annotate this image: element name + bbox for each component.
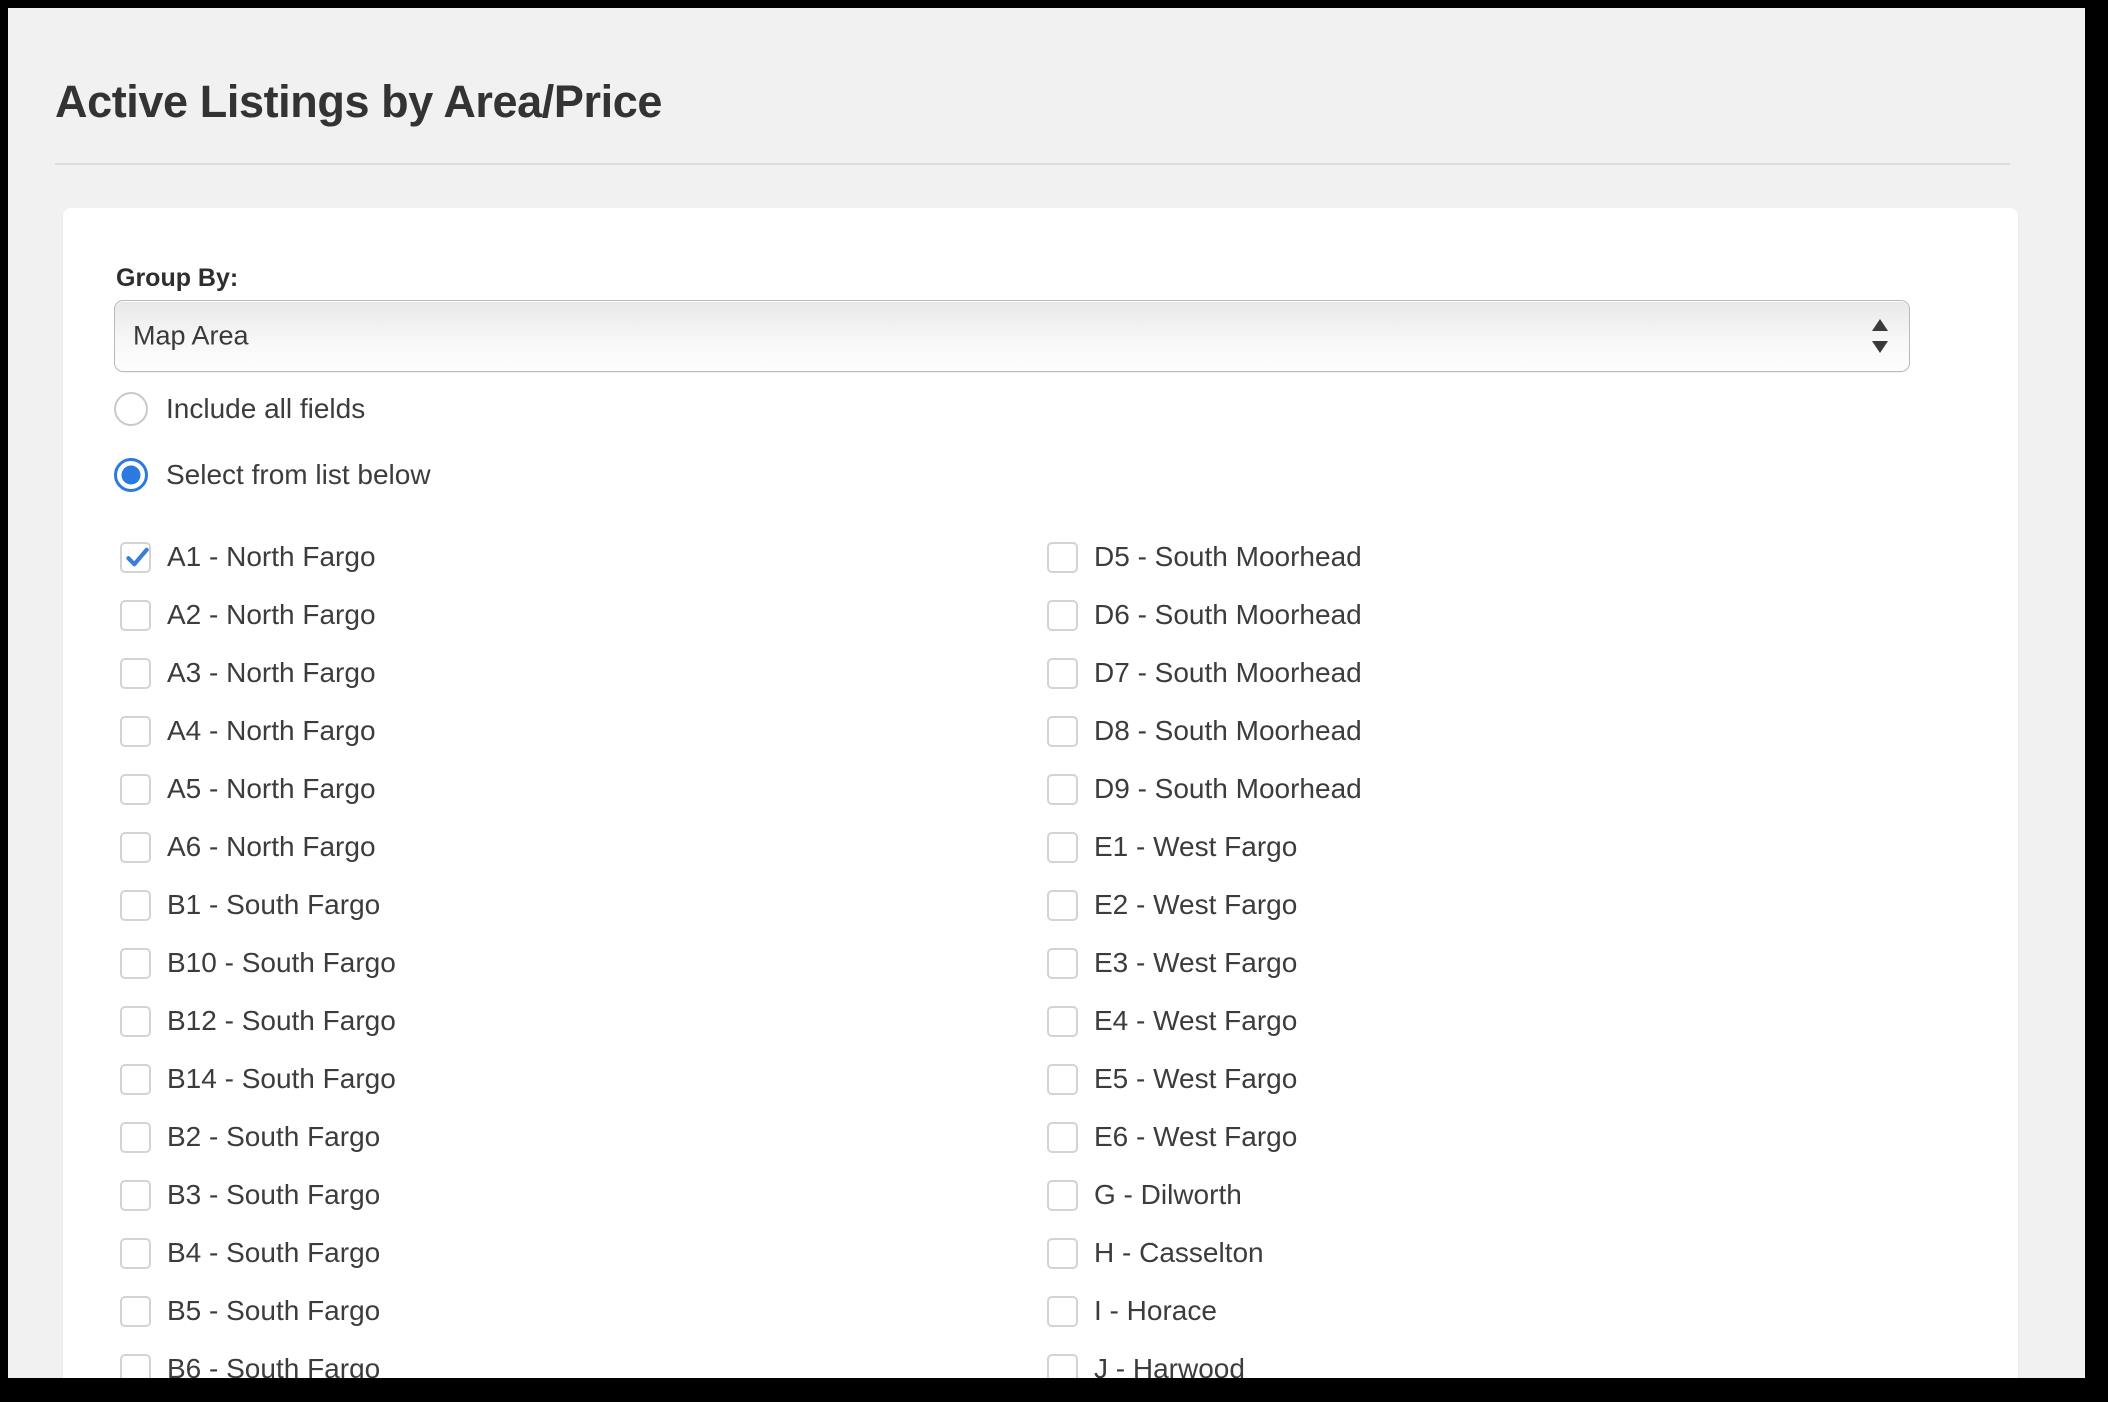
area-checkbox-label: I - Horace — [1094, 1295, 1217, 1326]
area-checkbox-label: B6 - South Fargo — [167, 1353, 381, 1378]
checkbox-icon-unchecked[interactable] — [1047, 773, 1078, 805]
checkbox-icon-unchecked[interactable] — [1047, 889, 1078, 921]
area-checkbox-row[interactable]: A1 - North Fargo — [120, 528, 396, 586]
area-checkbox-label: D8 - South Moorhead — [1094, 715, 1362, 746]
checkbox-icon-unchecked[interactable] — [1047, 1353, 1078, 1378]
checkbox-icon-unchecked[interactable] — [1047, 1121, 1078, 1153]
area-checkbox-row[interactable]: B4 - South Fargo — [120, 1224, 396, 1282]
checkbox-icon-unchecked[interactable] — [1047, 599, 1078, 631]
area-list-column-left: A1 - North Fargo A2 - North Fargo A3 - Nor… — [120, 528, 396, 1378]
area-checkbox-label: E1 - West Fargo — [1094, 831, 1298, 862]
checkbox-icon-unchecked[interactable] — [1047, 715, 1078, 747]
app-viewport: Active Listings by Area/Price Group By: … — [8, 8, 2085, 1378]
checkbox-icon-unchecked[interactable] — [1047, 947, 1078, 979]
area-checkbox-row[interactable]: E1 - West Fargo — [1047, 818, 1362, 876]
area-checkbox-label: D6 - South Moorhead — [1094, 599, 1362, 630]
area-checkbox-row[interactable]: B14 - South Fargo — [120, 1050, 396, 1108]
area-checkbox-label: A4 - North Fargo — [167, 715, 376, 746]
area-checkbox-label: E4 - West Fargo — [1094, 1005, 1298, 1036]
area-checkbox-row[interactable]: A5 - North Fargo — [120, 760, 396, 818]
filter-panel-card: Group By: Map Area Include all fields Se… — [63, 208, 2018, 1378]
checkbox-icon-unchecked[interactable] — [1047, 657, 1078, 689]
area-checkbox-row[interactable]: D8 - South Moorhead — [1047, 702, 1362, 760]
area-checkbox-label: A2 - North Fargo — [167, 599, 376, 630]
checkbox-icon-unchecked[interactable] — [120, 773, 151, 805]
area-checkbox-row[interactable]: I - Horace — [1047, 1282, 1362, 1340]
area-checkbox-label: A5 - North Fargo — [167, 773, 376, 804]
area-checkbox-row[interactable]: B3 - South Fargo — [120, 1166, 396, 1224]
checkbox-icon-unchecked[interactable] — [120, 1353, 151, 1378]
page-title: Active Listings by Area/Price — [55, 76, 662, 128]
checkbox-icon-unchecked[interactable] — [120, 1179, 151, 1211]
area-checkbox-row[interactable]: A2 - North Fargo — [120, 586, 396, 644]
area-checkbox-row[interactable]: D6 - South Moorhead — [1047, 586, 1362, 644]
area-checkbox-label: J - Harwood — [1094, 1353, 1245, 1378]
area-checkbox-row[interactable]: B12 - South Fargo — [120, 992, 396, 1050]
area-checkbox-row[interactable]: E3 - West Fargo — [1047, 934, 1362, 992]
checkbox-icon-unchecked[interactable] — [120, 831, 151, 863]
checkbox-icon-unchecked[interactable] — [1047, 1295, 1078, 1327]
area-checkbox-label: B5 - South Fargo — [167, 1295, 381, 1326]
checkbox-icon-unchecked[interactable] — [1047, 1063, 1078, 1095]
checkbox-icon-unchecked[interactable] — [120, 1295, 151, 1327]
area-checkbox-label: E5 - West Fargo — [1094, 1063, 1298, 1094]
checkbox-icon-unchecked[interactable] — [1047, 1179, 1078, 1211]
area-checkbox-row[interactable]: E4 - West Fargo — [1047, 992, 1362, 1050]
area-checkbox-row[interactable]: J - Harwood — [1047, 1340, 1362, 1378]
area-checkbox-label: D7 - South Moorhead — [1094, 657, 1362, 688]
area-checkbox-row[interactable]: B5 - South Fargo — [120, 1282, 396, 1340]
area-checkbox-label: D9 - South Moorhead — [1094, 773, 1362, 804]
area-checkbox-label: B14 - South Fargo — [167, 1063, 396, 1094]
area-checkbox-row[interactable]: A3 - North Fargo — [120, 644, 396, 702]
area-checkbox-label: A1 - North Fargo — [167, 541, 376, 572]
checkbox-icon-unchecked[interactable] — [1047, 541, 1078, 573]
checkbox-icon-unchecked[interactable] — [120, 657, 151, 689]
checkbox-icon-unchecked[interactable] — [120, 947, 151, 979]
area-checkbox-row[interactable]: E2 - West Fargo — [1047, 876, 1362, 934]
area-checkbox-label: B1 - South Fargo — [167, 889, 381, 920]
area-checkbox-label: A6 - North Fargo — [167, 831, 376, 862]
checkbox-icon-unchecked[interactable] — [120, 1063, 151, 1095]
area-checkbox-row[interactable]: G - Dilworth — [1047, 1166, 1362, 1224]
checkbox-icon-checked[interactable] — [120, 541, 151, 573]
checkbox-icon-unchecked[interactable] — [1047, 831, 1078, 863]
area-list-column-right: D5 - South Moorhead D6 - South Moorhead D7… — [1047, 528, 1362, 1378]
area-checkbox-label: B2 - South Fargo — [167, 1121, 381, 1152]
area-checkbox-label: B4 - South Fargo — [167, 1237, 381, 1268]
area-checkbox-label: E3 - West Fargo — [1094, 947, 1298, 978]
area-checkbox-row[interactable]: H - Casselton — [1047, 1224, 1362, 1282]
area-checkbox-row[interactable]: D5 - South Moorhead — [1047, 528, 1362, 586]
checkbox-icon-unchecked[interactable] — [120, 1237, 151, 1269]
area-checkbox-row[interactable]: B2 - South Fargo — [120, 1108, 396, 1166]
checkbox-icon-unchecked[interactable] — [120, 1121, 151, 1153]
area-checkbox-label: H - Casselton — [1094, 1237, 1264, 1268]
area-checkbox-row[interactable]: A6 - North Fargo — [120, 818, 396, 876]
area-checkbox-grid: A1 - North Fargo A2 - North Fargo A3 - Nor… — [63, 208, 2018, 1378]
area-checkbox-row[interactable]: E5 - West Fargo — [1047, 1050, 1362, 1108]
area-checkbox-label: B3 - South Fargo — [167, 1179, 381, 1210]
area-checkbox-row[interactable]: D9 - South Moorhead — [1047, 760, 1362, 818]
area-checkbox-row[interactable]: E6 - West Fargo — [1047, 1108, 1362, 1166]
area-checkbox-label: A3 - North Fargo — [167, 657, 376, 688]
area-checkbox-row[interactable]: B6 - South Fargo — [120, 1340, 396, 1378]
checkbox-icon-unchecked[interactable] — [1047, 1237, 1078, 1269]
area-checkbox-label: B10 - South Fargo — [167, 947, 396, 978]
area-checkbox-label: B12 - South Fargo — [167, 1005, 396, 1036]
area-checkbox-row[interactable]: B1 - South Fargo — [120, 876, 396, 934]
area-checkbox-label: D5 - South Moorhead — [1094, 541, 1362, 572]
checkbox-icon-unchecked[interactable] — [120, 599, 151, 631]
area-checkbox-row[interactable]: B10 - South Fargo — [120, 934, 396, 992]
area-checkbox-row[interactable]: D7 - South Moorhead — [1047, 644, 1362, 702]
area-checkbox-label: G - Dilworth — [1094, 1179, 1242, 1210]
checkbox-icon-unchecked[interactable] — [120, 1005, 151, 1037]
checkbox-icon-unchecked[interactable] — [1047, 1005, 1078, 1037]
area-checkbox-label: E6 - West Fargo — [1094, 1121, 1298, 1152]
area-checkbox-label: E2 - West Fargo — [1094, 889, 1298, 920]
area-checkbox-row[interactable]: A4 - North Fargo — [120, 702, 396, 760]
checkbox-icon-unchecked[interactable] — [120, 715, 151, 747]
checkbox-icon-unchecked[interactable] — [120, 889, 151, 921]
header-divider — [55, 163, 2010, 165]
